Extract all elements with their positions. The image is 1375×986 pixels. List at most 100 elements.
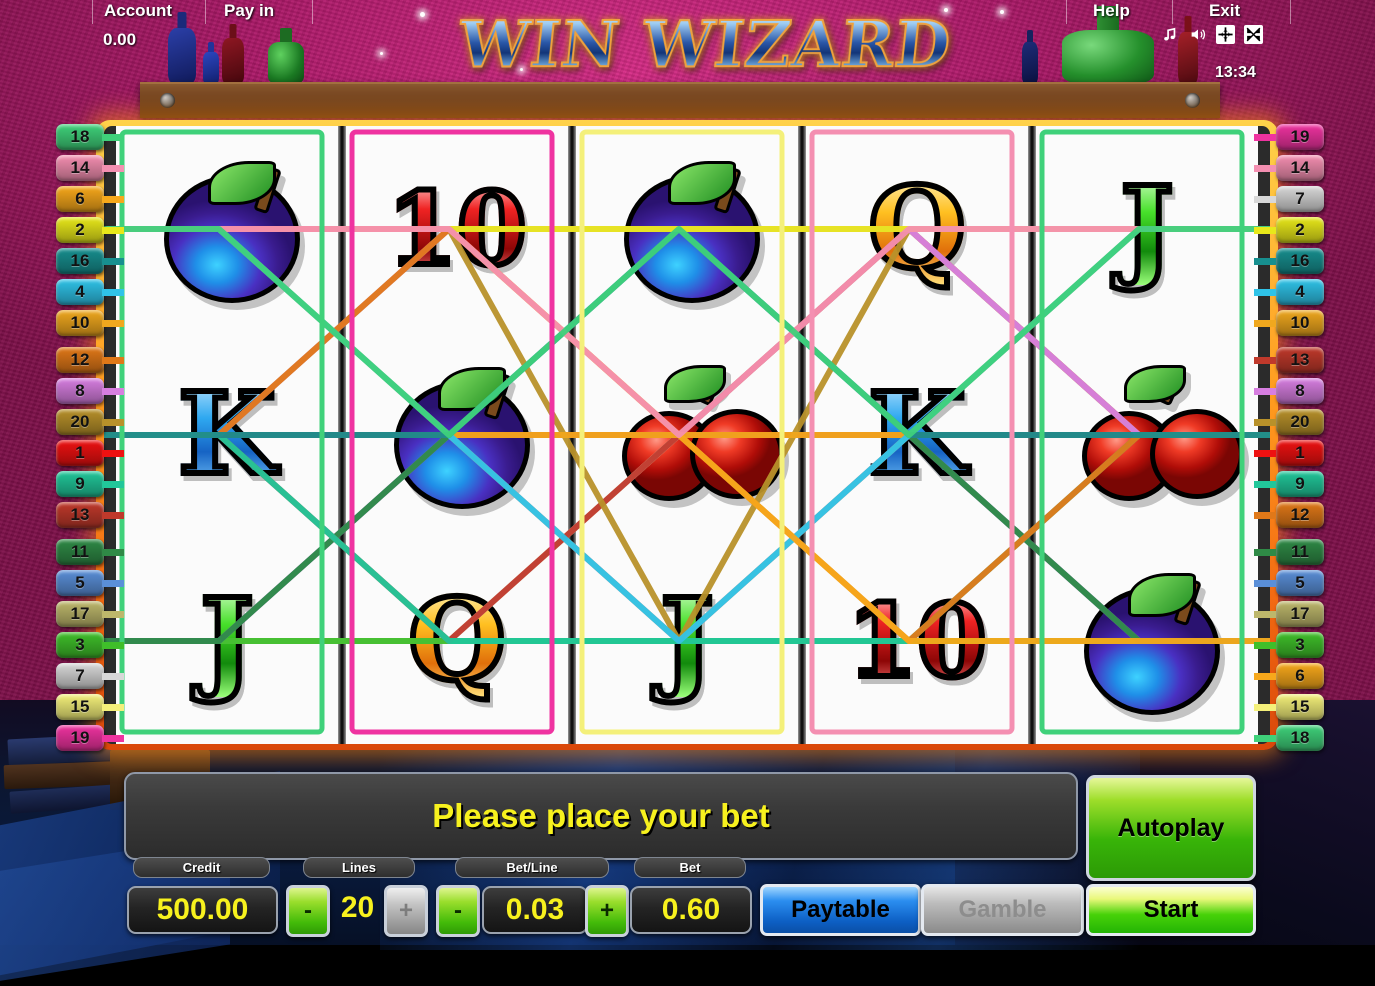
payline-badge-6[interactable]: 6 — [1276, 663, 1324, 689]
payline-badge-4[interactable]: 4 — [56, 279, 104, 305]
reel-cell: Q — [346, 538, 568, 744]
menu-item-help[interactable]: Help — [1093, 0, 1130, 22]
payline-stub — [1254, 611, 1276, 618]
menu-separator — [1066, 0, 1067, 24]
payline-badge-19[interactable]: 19 — [1276, 124, 1324, 150]
payline-badge-5[interactable]: 5 — [56, 570, 104, 596]
payline-stub — [102, 320, 124, 327]
betline-minus-button[interactable]: - — [436, 885, 480, 937]
symbol-j: J — [198, 575, 257, 706]
start-button[interactable]: Start — [1086, 884, 1256, 936]
payline-badge-8[interactable]: 8 — [56, 378, 104, 404]
gamble-button[interactable]: Gamble — [921, 884, 1084, 936]
message-bar: Please place your bet — [124, 772, 1078, 860]
payline-badge-1[interactable]: 1 — [56, 440, 104, 466]
lines-minus-button[interactable]: - — [286, 885, 330, 937]
reel-cell: J — [576, 538, 798, 744]
payline-badge-12[interactable]: 12 — [56, 347, 104, 373]
payline-badge-3[interactable]: 3 — [56, 632, 104, 658]
payline-badge-5[interactable]: 5 — [1276, 570, 1324, 596]
reel-4: Q K 10 — [806, 126, 1028, 744]
payline-stub — [102, 512, 124, 519]
payline-stub — [102, 611, 124, 618]
credit-value-box: 500.00 — [127, 886, 278, 934]
payline-badge-2[interactable]: 2 — [56, 217, 104, 243]
payline-stub — [1254, 357, 1276, 364]
payline-badge-12[interactable]: 12 — [1276, 502, 1324, 528]
payline-badge-1[interactable]: 1 — [1276, 440, 1324, 466]
symbol-cherry — [1072, 360, 1244, 510]
payline-stub — [1254, 388, 1276, 395]
betline-plus-button[interactable]: + — [585, 885, 629, 937]
top-menu-bar: Account Pay in Help Exit — [0, 0, 1375, 24]
payline-badge-8[interactable]: 8 — [1276, 378, 1324, 404]
betline-value-box: 0.03 — [482, 886, 588, 934]
payline-badge-2[interactable]: 2 — [1276, 217, 1324, 243]
payline-stub — [102, 388, 124, 395]
payline-stub — [102, 357, 124, 364]
payline-badge-14[interactable]: 14 — [56, 155, 104, 181]
payline-badge-17[interactable]: 17 — [56, 601, 104, 627]
payline-badge-15[interactable]: 15 — [1276, 694, 1324, 720]
payline-numbers-right: 19 14 7 2 16 4 10 13 8 20 1 9 12 11 5 17 3 6 15 18 — [1254, 120, 1324, 751]
menu-separator — [92, 0, 93, 24]
reel-1: KJ — [116, 126, 338, 744]
payline-badge-13[interactable]: 13 — [1276, 347, 1324, 373]
payline-badge-11[interactable]: 11 — [1276, 539, 1324, 565]
menu-item-account[interactable]: Account — [104, 0, 172, 22]
payline-badge-18[interactable]: 18 — [1276, 725, 1324, 751]
symbol-plum — [1072, 566, 1222, 716]
payline-stub — [102, 258, 124, 265]
menu-item-pay-in[interactable]: Pay in — [224, 0, 274, 22]
payline-stub — [102, 196, 124, 203]
payline-stub — [102, 549, 124, 556]
payline-badge-16[interactable]: 16 — [56, 248, 104, 274]
symbol-q: Q — [865, 163, 969, 294]
payline-badge-13[interactable]: 13 — [56, 502, 104, 528]
payline-stub — [1254, 289, 1276, 296]
payline-stub — [1254, 580, 1276, 587]
speaker-icon[interactable] — [1188, 25, 1207, 44]
reel-cell — [1036, 538, 1258, 744]
payline-badge-9[interactable]: 9 — [56, 471, 104, 497]
system-icons — [1160, 25, 1263, 44]
menu-item-exit[interactable]: Exit — [1209, 0, 1240, 22]
payline-stub — [102, 580, 124, 587]
potion-bottle-dark-red — [222, 24, 244, 84]
payline-badge-20[interactable]: 20 — [56, 409, 104, 435]
payline-badge-16[interactable]: 16 — [1276, 248, 1324, 274]
window-mode-icon[interactable] — [1216, 25, 1235, 44]
payline-badge-9[interactable]: 9 — [1276, 471, 1324, 497]
paytable-button[interactable]: Paytable — [760, 884, 921, 936]
payline-badge-14[interactable]: 14 — [1276, 155, 1324, 181]
payline-badge-7[interactable]: 7 — [56, 663, 104, 689]
payline-stub — [1254, 196, 1276, 203]
payline-badge-17[interactable]: 17 — [1276, 601, 1324, 627]
payline-stub — [102, 642, 124, 649]
payline-stub — [1254, 673, 1276, 680]
payline-badge-7[interactable]: 7 — [1276, 186, 1324, 212]
reel-cell: K — [116, 332, 338, 538]
payline-badge-20[interactable]: 20 — [1276, 409, 1324, 435]
payline-stub — [1254, 258, 1276, 265]
payline-badge-19[interactable]: 19 — [56, 725, 104, 751]
payline-badge-6[interactable]: 6 — [56, 186, 104, 212]
fullscreen-icon[interactable] — [1244, 25, 1263, 44]
payline-badge-18[interactable]: 18 — [56, 124, 104, 150]
music-note-icon[interactable] — [1160, 25, 1179, 44]
payline-badge-3[interactable]: 3 — [1276, 632, 1324, 658]
bet-value-box: 0.60 — [630, 886, 752, 934]
payline-stub — [1254, 227, 1276, 234]
reel-cell: 10 — [346, 126, 568, 332]
payline-badge-11[interactable]: 11 — [56, 539, 104, 565]
payline-numbers-left: 18 14 6 2 16 4 10 12 8 20 1 9 13 11 5 17 3 7 15 19 — [56, 120, 124, 751]
symbol-j: J — [658, 575, 717, 706]
payline-badge-10[interactable]: 10 — [1276, 310, 1324, 336]
reel-cell: J — [1036, 126, 1258, 332]
payline-badge-15[interactable]: 15 — [56, 694, 104, 720]
payline-badge-10[interactable]: 10 — [56, 310, 104, 336]
payline-badge-4[interactable]: 4 — [1276, 279, 1324, 305]
potion-bottle-small-blue — [203, 42, 219, 84]
payline-stub — [1254, 450, 1276, 457]
lines-plus-button[interactable]: + — [384, 885, 428, 937]
